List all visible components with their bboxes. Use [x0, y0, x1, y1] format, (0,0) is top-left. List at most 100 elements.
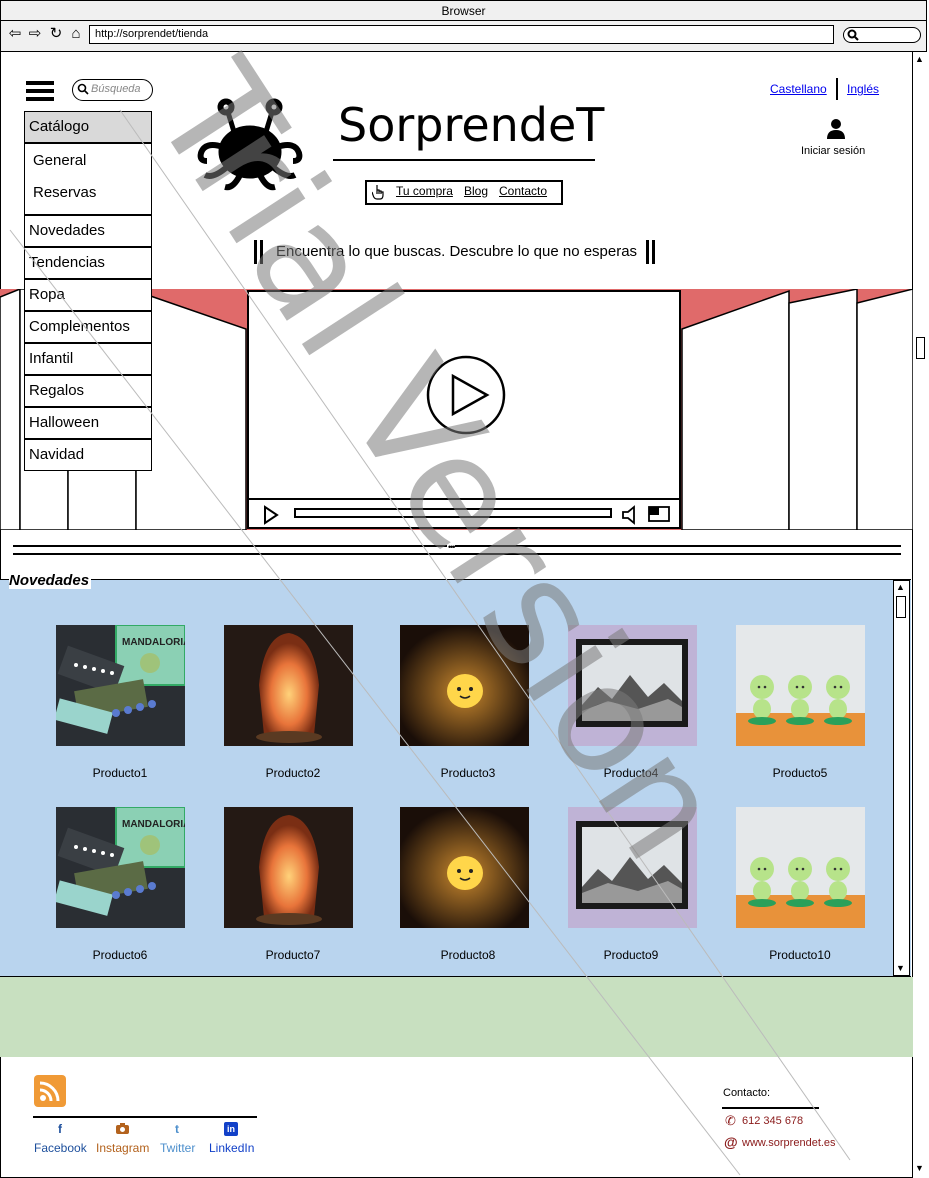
video-player[interactable]	[247, 290, 681, 529]
chrome-divider	[0, 20, 927, 21]
scroll-thumb[interactable]	[916, 337, 925, 359]
reload-icon[interactable]: ↻	[48, 26, 64, 42]
search-icon	[77, 83, 89, 95]
product-image[interactable]	[224, 807, 353, 928]
product-image[interactable]: MANDALORIAN	[56, 625, 185, 746]
logo-monster-icon	[197, 98, 303, 191]
contact-divider	[722, 1107, 819, 1109]
menu-regalos[interactable]: Regalos	[24, 375, 152, 407]
scroll-down-icon[interactable]: ▼	[913, 1162, 926, 1175]
hamburger-line	[26, 89, 54, 93]
product-label[interactable]: Producto9	[551, 948, 711, 962]
page-scrollbar[interactable]: ▲ ▼	[912, 52, 927, 1178]
product-image[interactable]	[568, 807, 697, 928]
scroll-up-icon[interactable]: ▲	[894, 581, 907, 594]
product-label[interactable]: Producto3	[388, 766, 548, 780]
nav-contacto[interactable]: Contacto	[499, 184, 547, 198]
search-placeholder: Búsqueda	[91, 83, 141, 95]
menu-novedades[interactable]: Novedades	[24, 215, 152, 247]
svg-text:MANDALORIAN: MANDALORIAN	[122, 637, 185, 648]
product-label[interactable]: Producto2	[213, 766, 373, 780]
novedades-scrollbar[interactable]: ▲ ▼	[893, 580, 910, 976]
menu-infantil[interactable]: Infantil	[24, 343, 152, 375]
green-band	[0, 977, 913, 1057]
hand-pointer-icon	[372, 185, 384, 200]
menu-catalogo[interactable]: Catálogo	[24, 111, 152, 143]
twitter-link[interactable]: Twitter	[160, 1141, 195, 1155]
user-icon[interactable]	[826, 118, 846, 140]
search-icon	[847, 29, 859, 41]
product-label[interactable]: Producto6	[40, 948, 200, 962]
browser-title: Browser	[441, 4, 486, 18]
splitter-line	[13, 545, 901, 547]
contact-web[interactable]: www.sorprendet.es	[742, 1137, 836, 1149]
nav-blog[interactable]: Blog	[464, 184, 488, 198]
submenu-reservas[interactable]: Reservas	[33, 184, 96, 201]
linkedin-link[interactable]: LinkedIn	[209, 1141, 254, 1155]
hamburger-line	[26, 97, 54, 101]
video-controls-divider	[249, 498, 679, 500]
product-label[interactable]: Producto4	[551, 766, 711, 780]
contact-phone[interactable]: 612 345 678	[742, 1115, 803, 1127]
submenu-general[interactable]: General	[33, 152, 86, 169]
linkedin-icon[interactable]: in	[224, 1122, 238, 1136]
menu-navidad[interactable]: Navidad	[24, 439, 152, 471]
fullscreen-icon[interactable]	[648, 506, 670, 522]
slogan-bar	[646, 240, 649, 264]
rss-icon[interactable]	[34, 1075, 66, 1107]
scroll-up-icon[interactable]: ▲	[913, 53, 926, 66]
menu-ropa[interactable]: Ropa	[24, 279, 152, 311]
nav-tu-compra[interactable]: Tu compra	[396, 184, 453, 198]
scroll-thumb[interactable]	[896, 596, 906, 618]
svg-text:MANDALORIAN: MANDALORIAN	[122, 819, 185, 830]
product-label[interactable]: Producto8	[388, 948, 548, 962]
browser-search-input[interactable]	[843, 27, 921, 43]
lang-divider	[836, 78, 838, 100]
address-bar[interactable]: http://sorprendet/tienda	[89, 25, 834, 44]
at-icon: @	[724, 1134, 738, 1150]
home-icon[interactable]: ⌂	[68, 26, 84, 42]
product-label[interactable]: Producto10	[720, 948, 880, 962]
menu-halloween[interactable]: Halloween	[24, 407, 152, 439]
instagram-link[interactable]: Instagram	[96, 1141, 149, 1155]
slogan-bar	[260, 240, 263, 264]
section-title: Novedades	[9, 572, 92, 589]
splitter-handle[interactable]: •••	[447, 542, 456, 552]
product-image[interactable]	[400, 807, 529, 928]
hamburger-icon[interactable]	[26, 81, 54, 85]
volume-icon[interactable]	[621, 505, 639, 525]
splitter-line	[13, 553, 901, 555]
product-image[interactable]	[736, 625, 865, 746]
product-image[interactable]	[400, 625, 529, 746]
facebook-link[interactable]: Facebook	[34, 1141, 87, 1155]
slogan-bar	[652, 240, 655, 264]
search-input[interactable]: Búsqueda	[72, 79, 153, 101]
title-underline	[333, 159, 595, 161]
back-icon[interactable]: ⇦	[7, 26, 23, 42]
scroll-down-icon[interactable]: ▼	[894, 962, 907, 975]
camera-icon[interactable]	[115, 1122, 130, 1135]
product-image[interactable]	[224, 625, 353, 746]
small-play-icon[interactable]	[263, 505, 279, 525]
lang-castellano[interactable]: Castellano	[770, 82, 827, 96]
product-image[interactable]: MANDALORIAN	[56, 807, 185, 928]
product-label[interactable]: Producto5	[720, 766, 880, 780]
forward-icon[interactable]: ⇨	[27, 26, 43, 42]
product-label[interactable]: Producto7	[213, 948, 373, 962]
facebook-icon[interactable]: f	[53, 1122, 67, 1136]
contact-title: Contacto:	[723, 1087, 771, 1099]
twitter-icon[interactable]: t	[170, 1122, 184, 1136]
menu-complementos[interactable]: Complementos	[24, 311, 152, 343]
lang-ingles[interactable]: Inglés	[847, 82, 879, 96]
product-image[interactable]	[568, 625, 697, 746]
login-label[interactable]: Iniciar sesión	[801, 145, 865, 157]
video-progress-bar[interactable]	[294, 508, 612, 518]
product-image[interactable]	[736, 807, 865, 928]
slogan-bar	[254, 240, 257, 264]
menu-tendencias[interactable]: Tendencias	[24, 247, 152, 279]
play-icon[interactable]	[425, 354, 507, 436]
slogan: Encuentra lo que buscas. Descubre lo que…	[276, 243, 638, 260]
product-label[interactable]: Producto1	[40, 766, 200, 780]
social-divider	[33, 1116, 257, 1118]
site-title: SorprendeT	[338, 98, 605, 152]
